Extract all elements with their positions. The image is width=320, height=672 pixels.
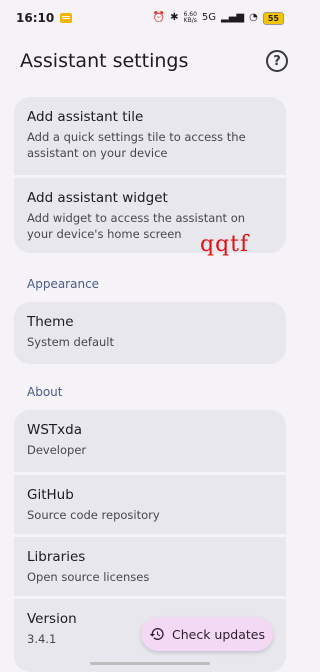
item-subtitle: Open source licenses [27, 570, 150, 584]
item-subtitle: Source code repository [27, 508, 160, 522]
item-title: Theme [27, 314, 74, 330]
list-item-developer[interactable]: WSTxda Developer [14, 410, 286, 472]
check-updates-button[interactable]: Check updates [141, 617, 273, 651]
list-item-libraries[interactable]: Libraries Open source licenses [14, 534, 286, 596]
signal-icon: ▂▄▆ [221, 12, 245, 23]
net-speed-unit: KB/s [183, 17, 197, 24]
wifi-icon: ◔ [249, 12, 258, 23]
item-title: Add assistant widget [27, 190, 168, 206]
watermark-text: qqtf [200, 232, 250, 257]
list-item-theme[interactable]: Theme System default [14, 302, 286, 364]
item-title: WSTxda [27, 422, 82, 438]
item-title: Libraries [27, 549, 86, 565]
item-subtitle: Developer [27, 443, 87, 457]
list-item-github[interactable]: GitHub Source code repository [14, 472, 286, 534]
section-label-appearance: Appearance [27, 277, 100, 291]
check-updates-label: Check updates [172, 626, 265, 642]
home-indicator[interactable] [90, 662, 210, 665]
help-icon[interactable]: ? [266, 50, 288, 72]
alarm-icon: ⏰ [152, 12, 166, 23]
status-left: 16:10 [16, 11, 73, 25]
appearance-card-group: Theme System default [14, 302, 286, 364]
status-bar: 16:10 ⏰ ✱ 6.60 KB/s 5G ▂▄▆ ◔ 55 [0, 0, 300, 36]
notification-message-icon [60, 13, 73, 23]
item-subtitle: System default [27, 335, 115, 349]
item-title: GitHub [27, 487, 74, 503]
assistant-card-group: Add assistant tile Add a quick settings … [14, 97, 286, 253]
net-speed: 6.60 KB/s [184, 12, 197, 24]
bluetooth-icon: ✱ [170, 12, 179, 23]
page-title: Assistant settings [20, 50, 189, 72]
item-subtitle: Add a quick settings tile to access the … [27, 130, 246, 160]
item-title: Add assistant tile [27, 109, 144, 125]
history-icon [149, 628, 164, 640]
status-right: ⏰ ✱ 6.60 KB/s 5G ▂▄▆ ◔ 55 [152, 11, 284, 25]
section-label-about: About [27, 385, 63, 399]
app-bar: Assistant settings ? [0, 36, 300, 86]
list-item-add-assistant-tile[interactable]: Add assistant tile Add a quick settings … [14, 97, 286, 175]
status-time: 16:10 [16, 11, 55, 25]
battery-indicator: 55 [262, 11, 284, 25]
network-type: 5G [201, 12, 217, 23]
